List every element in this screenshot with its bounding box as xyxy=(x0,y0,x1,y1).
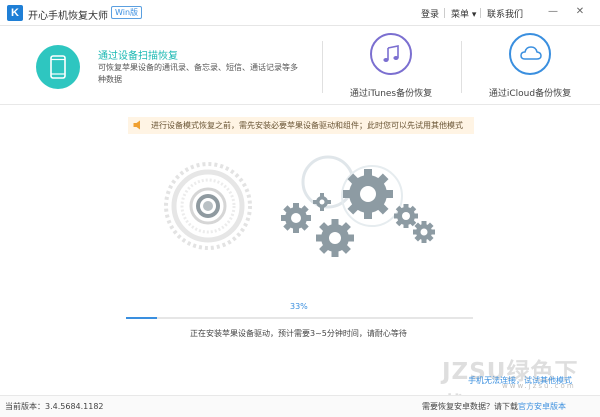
watermark: JZSU绿色下载 www.jzsu.com xyxy=(442,352,600,417)
notice-banner: 进行设备模式恢复之前，需先安装必要苹果设备驱动和组件；此时您可以先试用其他模式 xyxy=(128,117,474,134)
menu-label: 菜单 xyxy=(451,10,470,20)
mode-device-scan-title: 通过设备扫描恢复 xyxy=(98,51,178,62)
try-other-mode-link[interactable]: 手机无法连接，试试其他模式 xyxy=(468,375,572,386)
progress-fill xyxy=(126,317,158,319)
close-icon: ✕ xyxy=(575,6,585,17)
app-logo: K xyxy=(7,5,23,21)
title-bar: K 开心手机恢复大师 Win版 登录 菜单 ▾ 联系我们 — ✕ xyxy=(0,0,600,26)
app-title: 开心手机恢复大师 xyxy=(28,11,108,22)
disc-gear-icon xyxy=(164,162,252,250)
mode-icloud[interactable]: 通过iCloud备份恢复 xyxy=(463,27,593,105)
progress-bar xyxy=(126,317,473,319)
speaker-icon xyxy=(133,120,140,130)
edition-badge: Win版 xyxy=(111,6,143,19)
divider xyxy=(480,8,481,18)
contact-link[interactable]: 联系我们 xyxy=(487,7,523,20)
progress-percent: 33% xyxy=(290,302,308,311)
minimize-button[interactable]: — xyxy=(547,5,559,19)
mode-itunes-label: 通过iTunes备份恢复 xyxy=(349,89,433,99)
footer: 当前版本：3.4.5684.1182 需要恢复安卓数据？请下载官方安卓版本 xyxy=(0,395,600,417)
cloud-icon xyxy=(509,33,551,75)
close-button[interactable]: ✕ xyxy=(574,5,586,19)
status-text: 正在安装苹果设备驱动，预计需要3~5分钟时间，请耐心等待 xyxy=(190,329,407,338)
music-note-icon xyxy=(370,33,412,75)
caret-down-icon: ▾ xyxy=(471,10,477,20)
gear-icon xyxy=(281,169,435,257)
gears-illustration xyxy=(164,155,435,257)
android-note: 需要恢复安卓数据？请下载官方安卓版本 xyxy=(422,401,566,412)
recovery-modes: 通过设备扫描恢复 可恢复苹果设备的通讯录、备忘录、短信、通话记录等多种数据 通过… xyxy=(0,27,600,105)
minimize-icon: — xyxy=(548,6,558,17)
divider xyxy=(322,41,323,93)
divider xyxy=(444,8,445,18)
version-text: 当前版本：3.4.5684.1182 xyxy=(5,402,104,411)
login-link[interactable]: 登录 xyxy=(421,7,439,20)
mode-itunes[interactable]: 通过iTunes备份恢复 xyxy=(324,27,454,105)
menu-button[interactable]: 菜单 ▾ xyxy=(451,7,476,20)
android-prompt: 需要恢复安卓数据？请下载 xyxy=(422,402,518,411)
android-download-link[interactable]: 官方安卓版本 xyxy=(518,402,566,411)
mode-icloud-label: 通过iCloud备份恢复 xyxy=(488,89,572,99)
mode-device-scan-description: 可恢复苹果设备的通讯录、备忘录、短信、通话记录等多种数据 xyxy=(98,63,298,84)
phone-icon xyxy=(36,45,80,89)
divider xyxy=(461,41,462,93)
notice-text: 进行设备模式恢复之前，需先安装必要苹果设备驱动和组件；此时您可以先试用其他模式 xyxy=(151,121,463,130)
mode-device-scan[interactable]: 通过设备扫描恢复 可恢复苹果设备的通讯录、备忘录、短信、通话记录等多种数据 xyxy=(0,27,325,105)
